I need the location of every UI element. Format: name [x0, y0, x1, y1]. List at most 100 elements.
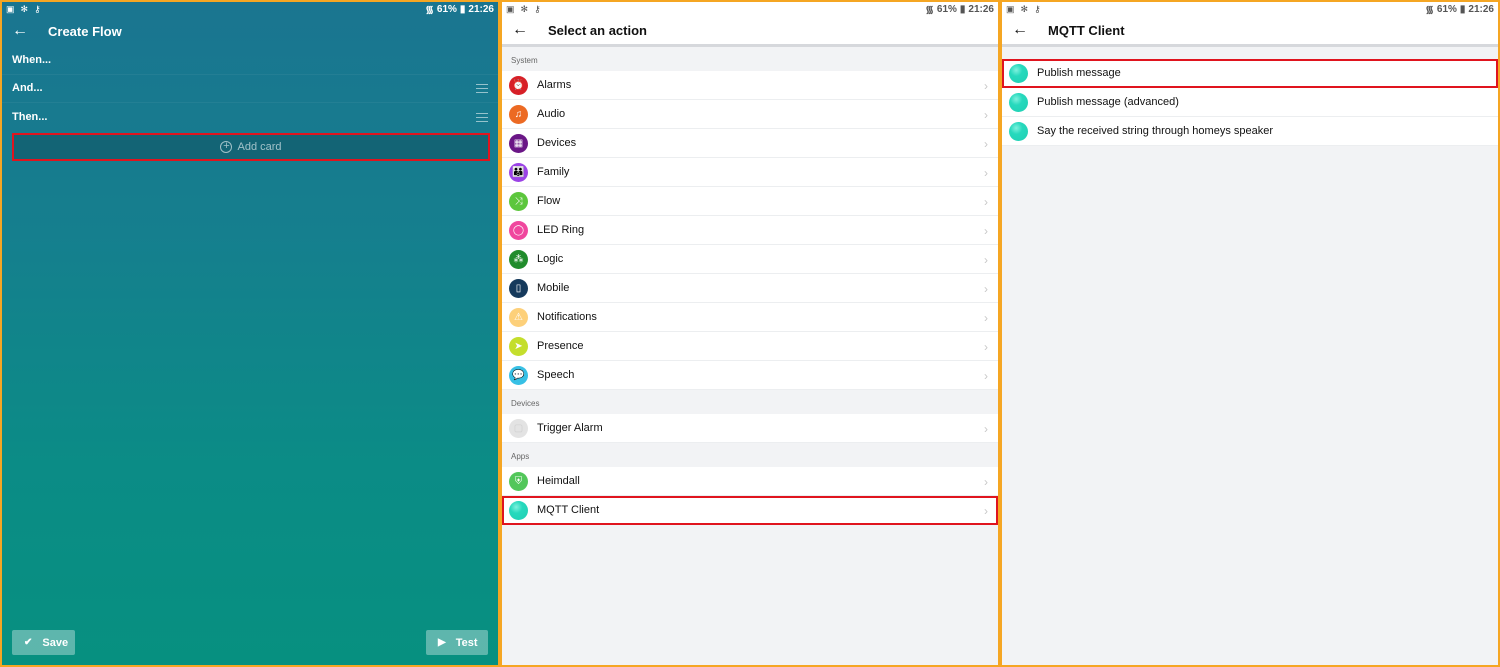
- mqtt-client-icon: [1009, 63, 1028, 83]
- screenshot-collage: ▣ ✻ ⚷ ᯾ 61% ▮ 21:26 ← Create Flow When..…: [0, 0, 1500, 667]
- section-header: System: [511, 56, 538, 65]
- notification-icon: ⚠: [509, 307, 528, 327]
- plus-circle-icon: +: [220, 140, 233, 153]
- mqtt-client-icon: [1009, 92, 1028, 112]
- list-item-label: Audio: [537, 108, 566, 120]
- list-item-trigger-alarm[interactable]: ▢ Trigger Alarm ›: [502, 414, 998, 443]
- list-item-family[interactable]: 👪 Family ›: [502, 158, 998, 187]
- list-item-label: Speech: [537, 369, 575, 381]
- wifi-icon: ᯾: [425, 5, 434, 16]
- list-item-led-ring[interactable]: ◯ LED Ring ›: [502, 216, 998, 245]
- app-bar: ← Create Flow: [2, 16, 498, 46]
- chevron-right-icon: ›: [984, 137, 988, 151]
- list-item-label: Publish message: [1037, 67, 1121, 79]
- back-arrow-icon[interactable]: ←: [1002, 21, 1048, 39]
- chevron-right-icon: ›: [984, 195, 988, 209]
- mqtt-action-list: Publish message Publish message (advanced…: [1002, 59, 1498, 146]
- list-item-label: Heimdall: [537, 475, 580, 487]
- section-header: Apps: [511, 452, 530, 461]
- list-item-label: MQTT Client: [537, 504, 600, 516]
- music-note-icon: ♫: [509, 104, 528, 124]
- chevron-right-icon: ›: [984, 282, 988, 296]
- battery-icon: ▮: [459, 3, 466, 15]
- back-arrow-icon[interactable]: ←: [2, 22, 48, 40]
- create-flow-screen: ▣ ✻ ⚷ ᯾ 61% ▮ 21:26 ← Create Flow When..…: [2, 2, 498, 665]
- save-label: Save: [42, 636, 69, 649]
- list-item-action[interactable]: Say the received string through homeys s…: [1002, 117, 1498, 146]
- gallery-icon: ▣: [506, 3, 515, 14]
- then-section[interactable]: Then...: [2, 103, 498, 132]
- app-bar: ← MQTT Client: [1002, 16, 1498, 47]
- list-item-label: Presence: [537, 340, 584, 352]
- menu-icon[interactable]: [476, 83, 488, 93]
- presence-arrow-icon: ➤: [509, 336, 528, 356]
- chevron-right-icon: ›: [984, 369, 988, 383]
- page-title: Select an action: [548, 22, 647, 38]
- battery-icon: ▮: [1459, 3, 1466, 15]
- clock: 21:26: [1468, 3, 1494, 15]
- key-icon: ⚷: [534, 3, 541, 14]
- chevron-right-icon: ›: [984, 166, 988, 180]
- device-icon: ▢: [509, 418, 528, 438]
- mqtt-client-screen: ▣ ✻ ⚷ ᯾ 61% ▮ 21:26 ← MQTT Client Publis…: [1002, 2, 1498, 665]
- list-item-notifications[interactable]: ⚠ Notifications ›: [502, 303, 998, 332]
- speech-bubble-icon: 💬: [509, 365, 528, 385]
- battery-icon: ▮: [959, 3, 966, 15]
- clock: 21:26: [468, 3, 494, 15]
- list-item-alarms[interactable]: ⏰ Alarms ›: [502, 71, 998, 100]
- led-ring-icon: ◯: [509, 220, 528, 240]
- list-item-mqtt-client[interactable]: MQTT Client ›: [502, 496, 998, 525]
- key-icon: ⚷: [34, 3, 41, 14]
- page-title: Create Flow: [48, 23, 122, 39]
- list-item-action[interactable]: Publish message: [1002, 59, 1498, 88]
- settings-icon: ✻: [20, 3, 29, 14]
- list-item-label: Publish message (advanced): [1037, 96, 1179, 108]
- battery-percent: 61%: [1436, 3, 1457, 15]
- list-item-heimdall[interactable]: ⛨ Heimdall ›: [502, 467, 998, 496]
- when-section[interactable]: When...: [2, 46, 498, 75]
- add-card-button[interactable]: + Add card: [12, 132, 490, 161]
- heimdall-icon: ⛨: [509, 471, 528, 491]
- add-card-label: Add card: [237, 140, 282, 153]
- chevron-right-icon: ›: [984, 253, 988, 267]
- chevron-right-icon: ›: [984, 422, 988, 436]
- list-item-label: Devices: [537, 137, 577, 149]
- list-item-logic[interactable]: ⁂ Logic ›: [502, 245, 998, 274]
- flow-icon: ⤨: [509, 191, 528, 211]
- test-button[interactable]: ▶ Test: [426, 630, 488, 655]
- action-list: System ⏰ Alarms › ♫ Audio › ▦ Devices › 👪 Family › ⤨ F…: [502, 47, 998, 525]
- status-bar: ▣ ✻ ⚷ ᯾ 61% ▮ 21:26: [502, 2, 998, 16]
- chevron-right-icon: ›: [984, 79, 988, 93]
- select-action-screen: ▣ ✻ ⚷ ᯾ 61% ▮ 21:26 ← Select an action S…: [502, 2, 998, 665]
- back-arrow-icon[interactable]: ←: [502, 21, 548, 39]
- list-item-devices[interactable]: ▦ Devices ›: [502, 129, 998, 158]
- list-item-label: Notifications: [537, 311, 597, 323]
- status-bar: ▣ ✻ ⚷ ᯾ 61% ▮ 21:26: [2, 2, 498, 17]
- chevron-right-icon: ›: [984, 224, 988, 238]
- list-item-label: Trigger Alarm: [537, 422, 603, 434]
- key-icon: ⚷: [1034, 3, 1041, 14]
- clock: 21:26: [968, 3, 994, 15]
- logic-icon: ⁂: [509, 249, 528, 269]
- menu-icon[interactable]: [476, 112, 488, 122]
- settings-icon: ✻: [1020, 3, 1029, 14]
- list-item-label: Alarms: [537, 79, 572, 91]
- list-item-flow[interactable]: ⤨ Flow ›: [502, 187, 998, 216]
- test-label: Test: [455, 636, 478, 649]
- list-item-action[interactable]: Publish message (advanced): [1002, 88, 1498, 117]
- battery-percent: 61%: [436, 3, 457, 15]
- mqtt-client-icon: [509, 500, 528, 520]
- list-item-mobile[interactable]: ▯ Mobile ›: [502, 274, 998, 303]
- list-item-audio[interactable]: ♫ Audio ›: [502, 100, 998, 129]
- chevron-right-icon: ›: [984, 504, 988, 518]
- settings-icon: ✻: [520, 3, 529, 14]
- family-icon: 👪: [509, 162, 528, 182]
- list-item-speech[interactable]: 💬 Speech ›: [502, 361, 998, 390]
- chevron-right-icon: ›: [984, 340, 988, 354]
- app-bar: ← Select an action: [502, 16, 998, 47]
- list-item-presence[interactable]: ➤ Presence ›: [502, 332, 998, 361]
- save-button[interactable]: ✔ Save: [12, 630, 75, 655]
- and-section[interactable]: And...: [2, 75, 498, 103]
- play-icon: ▶: [438, 637, 446, 648]
- wifi-icon: ᯾: [1425, 5, 1434, 16]
